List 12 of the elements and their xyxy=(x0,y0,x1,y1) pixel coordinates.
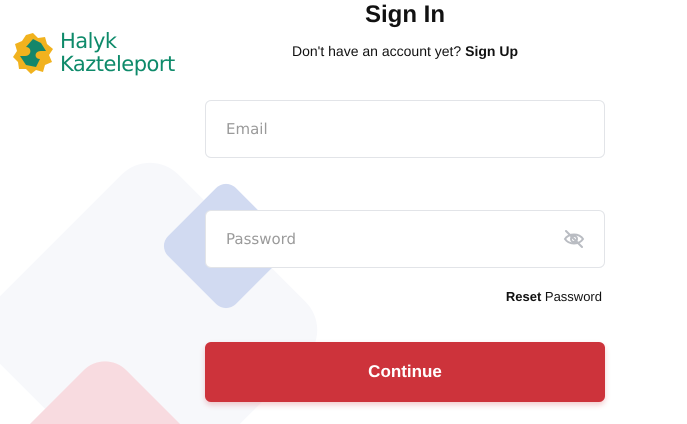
signup-prompt: Don't have an account yet? Sign Up xyxy=(290,43,519,59)
logo-icon xyxy=(12,32,54,74)
sign-up-link[interactable]: Sign Up xyxy=(465,43,518,59)
logo-text: Halyk xyxy=(60,30,118,53)
page-title: Sign In xyxy=(364,0,446,29)
email-field[interactable]: Email xyxy=(205,100,605,158)
password-field[interactable]: Password xyxy=(205,210,605,268)
reset-password-link[interactable]: Reset Password xyxy=(506,289,602,304)
eye-slash-icon xyxy=(563,230,585,248)
logo-text: Kazteleport xyxy=(60,53,175,76)
continue-button[interactable]: Continue xyxy=(205,342,605,402)
toggle-visibility-button[interactable] xyxy=(563,230,585,248)
